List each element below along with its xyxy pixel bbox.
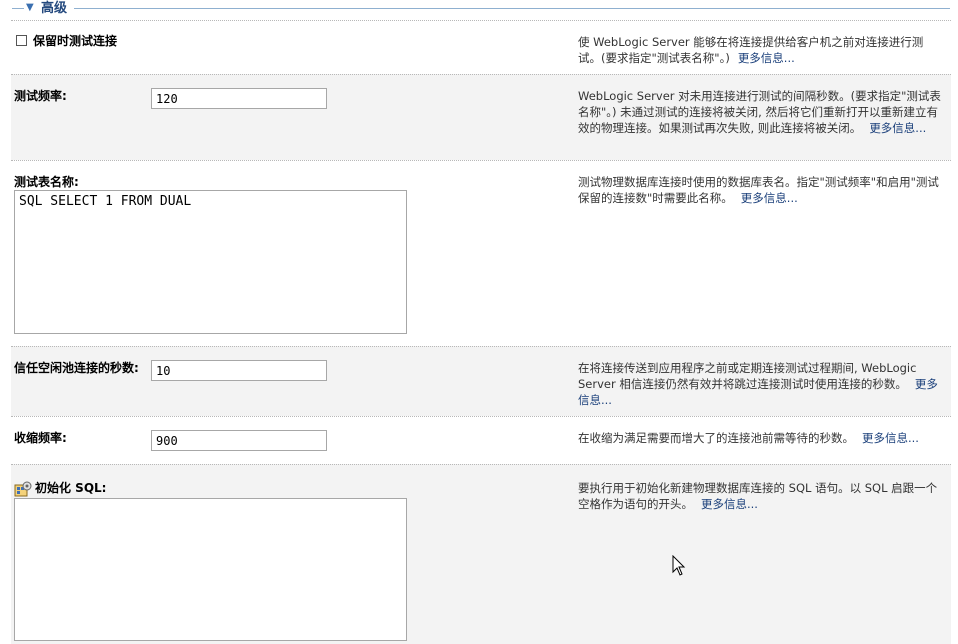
test-table-name-description: 测试物理数据库连接时使用的数据库表名。指定"测试频率"和启用"测试保留的连接数"… xyxy=(578,174,944,206)
init-sql-description: 要执行用于初始化新建物理数据库连接的 SQL 语句。以 SQL 启跟一个空格作为… xyxy=(578,480,944,512)
row-test-table-name: 测试表名称: SQL SELECT 1 FROM DUAL 测试物理数据库连接时… xyxy=(11,160,951,347)
init-sql-label: 初始化 SQL: xyxy=(35,481,107,495)
row-seconds-to-trust: 信任空闲池连接的秒数: 在将连接传送到应用程序之前或定期连接测试过程期间, We… xyxy=(11,346,951,417)
seconds-to-trust-input[interactable] xyxy=(151,360,327,381)
test-on-reserve-description: 使 WebLogic Server 能够在将连接提供给客户机之前对连接进行测试。… xyxy=(578,34,944,66)
test-frequency-label: 测试频率: xyxy=(14,89,67,103)
shrink-frequency-label: 收缩频率: xyxy=(14,431,67,445)
row-shrink-frequency: 收缩频率: 在收缩为满足需要而增大了的连接池前需等待的秒数。更多信息... xyxy=(11,416,951,465)
test-table-name-label: 测试表名称: xyxy=(14,175,79,189)
test-on-reserve-checkbox[interactable] xyxy=(16,35,27,46)
shrink-frequency-more-link[interactable]: 更多信息... xyxy=(862,431,919,445)
mouse-pointer-icon xyxy=(672,555,686,576)
test-on-reserve-label: 保留时测试连接 xyxy=(33,34,118,48)
header-rule-right xyxy=(74,8,950,9)
header-rule-left xyxy=(12,8,24,9)
test-frequency-input[interactable] xyxy=(151,88,327,109)
row-init-sql: 初始化 SQL: 要执行用于初始化新建物理数据库连接的 SQL 语句。以 SQL… xyxy=(11,464,951,644)
row-test-on-reserve: 保留时测试连接 使 WebLogic Server 能够在将连接提供给客户机之前… xyxy=(11,20,951,75)
test-table-name-textarea[interactable]: SQL SELECT 1 FROM DUAL xyxy=(14,190,407,334)
row-test-frequency: 测试频率: WebLogic Server 对未用连接进行测试的间隔秒数。(要求… xyxy=(11,74,951,161)
sql-config-icon xyxy=(14,481,32,497)
test-frequency-more-link[interactable]: 更多信息... xyxy=(869,121,926,135)
shrink-frequency-input[interactable] xyxy=(151,430,327,451)
test-frequency-description: WebLogic Server 对未用连接进行测试的间隔秒数。(要求指定"测试表… xyxy=(578,88,944,136)
seconds-to-trust-description: 在将连接传送到应用程序之前或定期连接测试过程期间, WebLogic Serve… xyxy=(578,360,944,408)
advanced-section-header: ▼ 高级 xyxy=(0,0,958,18)
seconds-to-trust-desc-text: 在将连接传送到应用程序之前或定期连接测试过程期间, WebLogic Serve… xyxy=(578,361,917,391)
triangle-down-icon[interactable]: ▼ xyxy=(26,1,34,15)
init-sql-more-link[interactable]: 更多信息... xyxy=(701,497,758,511)
seconds-to-trust-label: 信任空闲池连接的秒数: xyxy=(14,361,139,375)
test-on-reserve-more-link[interactable]: 更多信息... xyxy=(738,51,795,65)
shrink-frequency-description: 在收缩为满足需要而增大了的连接池前需等待的秒数。 更多信息... xyxy=(578,430,944,446)
test-table-name-more-link[interactable]: 更多信息... xyxy=(741,191,798,205)
init-sql-textarea[interactable] xyxy=(14,498,407,641)
advanced-section-title[interactable]: 高级 xyxy=(41,1,67,16)
shrink-frequency-desc-text: 在收缩为满足需要而增大了的连接池前需等待的秒数。 xyxy=(578,431,854,445)
